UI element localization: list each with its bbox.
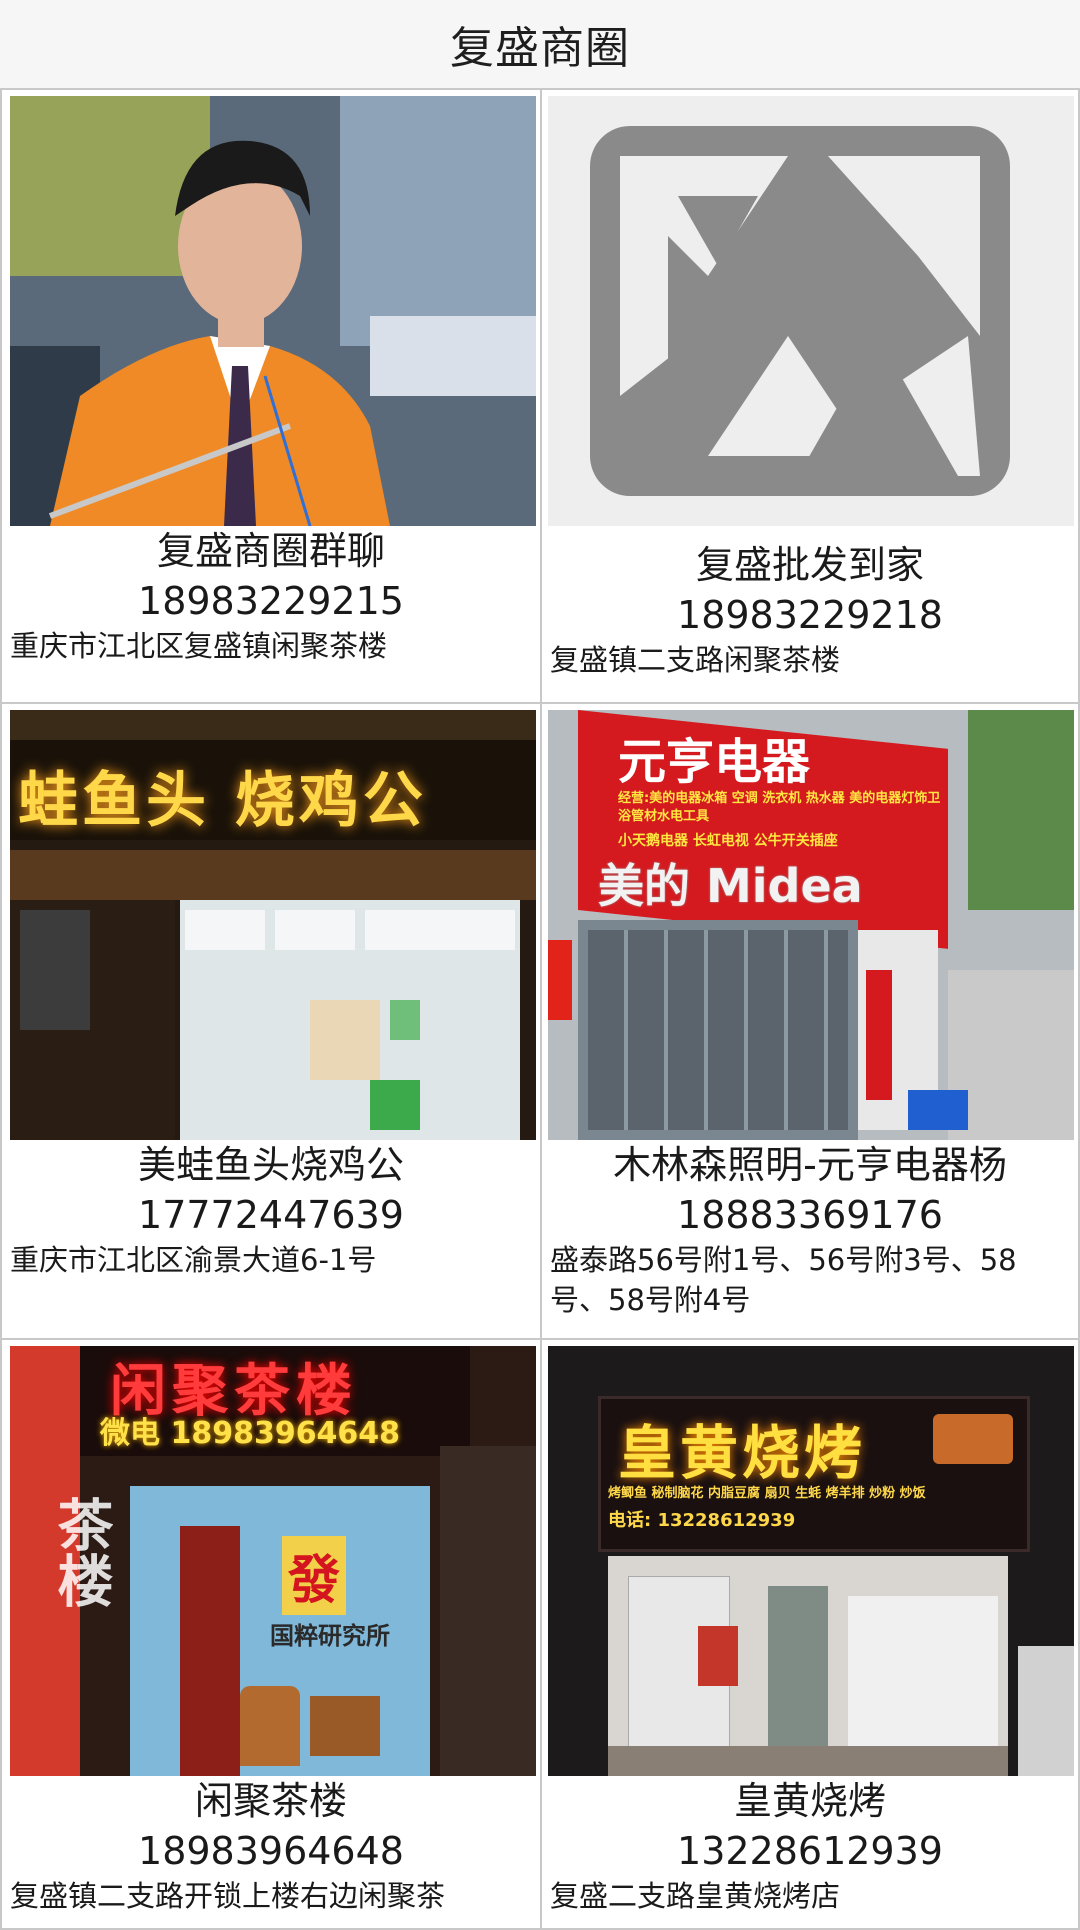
merchant-name: 复盛商圈群聊 — [156, 529, 385, 573]
merchant-name: 美蛙鱼头烧鸡公 — [137, 1143, 404, 1187]
merchant-phone[interactable]: 18883369176 — [542, 1190, 1078, 1240]
merchant-name: 闲聚茶楼 — [194, 1779, 347, 1823]
merchant-address: 复盛二支路皇黄烧烤店 — [550, 1879, 841, 1913]
merchant-photo: 皇黄烧烤 烤鲫鱼 秘制脑花 内脂豆腐 扇贝 生蚝 烤羊排 炒粉 炒饭 电话: 1… — [548, 1346, 1074, 1776]
shop-sign-subtitle-2: 小天鹅电器 长虹电视 公牛开关插座 — [618, 833, 838, 849]
teahouse-sign-phone: 微电 18983964648 — [100, 1416, 401, 1451]
merchant-address: 重庆市江北区渝景大道6-1号 — [10, 1243, 377, 1277]
wall-sign: 国粹研究所 — [270, 1622, 390, 1650]
merchant-address: 复盛镇二支路开锁上楼右边闲聚茶 — [10, 1879, 446, 1913]
barbecue-sign: 皇黄烧烤 — [618, 1419, 867, 1487]
teahouse-side-sign: 茶楼 — [48, 1496, 113, 1608]
merchant-phone[interactable]: 13228612939 — [542, 1826, 1078, 1876]
barbecue-sign-phone: 电话: 13228612939 — [608, 1510, 796, 1531]
page-title: 复盛商圈 — [450, 23, 630, 74]
merchant-card[interactable]: 闲聚茶楼 微电 18983964648 茶楼 發 国粹研究所 闲聚茶楼 1898… — [0, 1340, 542, 1930]
merchant-photo: 闲聚茶楼 微电 18983964648 茶楼 發 国粹研究所 — [10, 1346, 536, 1776]
merchant-card[interactable]: 皇黄烧烤 烤鲫鱼 秘制脑花 内脂豆腐 扇贝 生蚝 烤羊排 炒粉 炒饭 电话: 1… — [540, 1340, 1080, 1930]
restaurant-storefront-photo: 蛙鱼头 烧鸡公 — [10, 710, 536, 1140]
merchant-card[interactable]: 复盛商圈群聊 18983229215 重庆市江北区复盛镇闲聚茶楼 — [0, 90, 542, 704]
merchant-phone[interactable]: 18983964648 — [2, 1826, 540, 1876]
restaurant-sign: 蛙鱼头 烧鸡公 — [18, 766, 427, 836]
merchant-photo: 蛙鱼头 烧鸡公 — [10, 710, 536, 1140]
shop-sign-subtitle: 经营:美的电器冰箱 空调 洗衣机 热水器 美的电器灯饰卫浴管材水电工具 — [618, 791, 941, 824]
barbecue-storefront-photo: 皇黄烧烤 烤鲫鱼 秘制脑花 内脂豆腐 扇贝 生蚝 烤羊排 炒粉 炒饭 电话: 1… — [548, 1346, 1074, 1776]
merchant-address: 重庆市江北区复盛镇闲聚茶楼 — [10, 629, 388, 663]
merchant-phone[interactable]: 18983229218 — [542, 590, 1078, 640]
merchant-name: 木林森照明-元亨电器杨 — [613, 1143, 1007, 1187]
merchant-card[interactable]: 元亨电器 经营:美的电器冰箱 空调 洗衣机 热水器 美的电器灯饰卫浴管材水电工具… — [540, 704, 1080, 1340]
merchant-card[interactable]: 蛙鱼头 烧鸡公 美蛙鱼头烧鸡公 17772447639 重庆市江北区渝景大道6-… — [0, 704, 542, 1340]
merchant-phone[interactable]: 17772447639 — [2, 1190, 540, 1240]
merchant-photo: 元亨电器 经营:美的电器冰箱 空调 洗衣机 热水器 美的电器灯饰卫浴管材水电工具… — [548, 710, 1074, 1140]
brand-sign: 美的 Midea — [598, 859, 863, 913]
merchant-photo — [10, 96, 536, 526]
barbecue-menu: 烤鲫鱼 秘制脑花 内脂豆腐 扇贝 生蚝 烤羊排 炒粉 炒饭 — [608, 1486, 926, 1501]
merchant-address: 复盛镇二支路闲聚茶楼 — [550, 643, 841, 677]
app-header: 复盛商圈 — [0, 0, 1080, 88]
merchant-name: 皇黄烧烤 — [733, 1779, 886, 1823]
person-photo — [10, 96, 536, 526]
teahouse-entrance-photo: 闲聚茶楼 微电 18983964648 茶楼 發 国粹研究所 — [10, 1346, 536, 1776]
electrical-shop-photo: 元亨电器 经营:美的电器冰箱 空调 洗衣机 热水器 美的电器灯饰卫浴管材水电工具… — [548, 710, 1074, 1140]
image-placeholder-icon — [548, 96, 1074, 526]
merchant-card[interactable]: 复盛批发到家 18983229218 复盛镇二支路闲聚茶楼 — [540, 90, 1080, 704]
merchant-name: 复盛批发到家 — [695, 543, 924, 587]
merchant-grid: 复盛商圈群聊 18983229215 重庆市江北区复盛镇闲聚茶楼 复盛批发到家 … — [0, 88, 1080, 1930]
fortune-character: 發 — [282, 1536, 347, 1615]
merchant-phone[interactable]: 18983229215 — [2, 576, 540, 626]
shop-sign: 元亨电器 — [618, 734, 811, 790]
merchant-address: 盛泰路56号附1号、56号附3号、58号、58号附4号 — [550, 1243, 1017, 1317]
merchant-photo — [548, 96, 1074, 526]
